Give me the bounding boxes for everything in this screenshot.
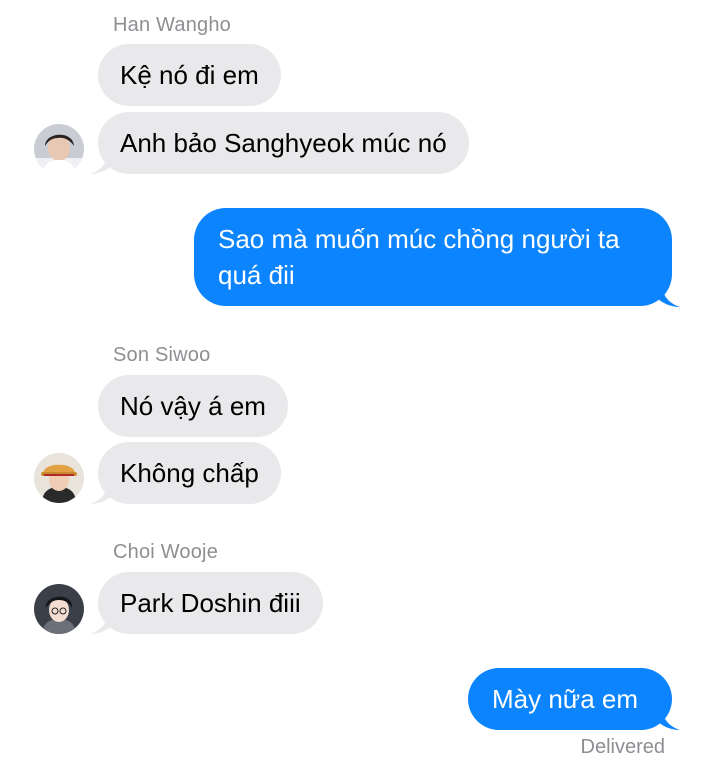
sent-message-bubble[interactable]: Sao mà muốn múc chồng người ta quá đii [194,208,672,306]
delivery-status: Delivered [580,736,665,758]
message-text-line-2: quá đii [218,260,295,290]
sender-name: Choi Wooje [113,541,219,563]
received-message-bubble[interactable]: Kệ nó đi em [98,44,281,106]
person-photo-icon [34,584,84,634]
avatar[interactable] [34,453,84,503]
sender-name: Han Wangho [113,14,231,36]
avatar[interactable] [34,124,84,174]
person-photo-icon [34,453,84,503]
received-message-bubble[interactable]: Không chấp [98,442,281,504]
message-text: Không chấp [120,458,259,488]
bubble-tail-icon [90,480,114,504]
bubble-tail-icon [656,706,680,730]
bubble-tail-icon [656,283,680,307]
bubble-tail-icon [90,610,114,634]
sent-message-bubble[interactable]: Mày nữa em [468,668,672,730]
bubble-tail-icon [90,150,114,174]
avatar[interactable] [34,584,84,634]
message-text: Park Doshin điii [120,588,301,618]
sender-name: Son Siwoo [113,344,211,366]
message-text: Nó vậy á em [120,391,266,421]
received-message-bubble[interactable]: Park Doshin điii [98,572,323,634]
message-text-line-1: Sao mà muốn múc chồng người ta [218,224,620,254]
person-photo-icon [34,124,84,174]
message-text: Anh bảo Sanghyeok múc nó [120,128,447,158]
message-text: Mày nữa em [492,684,639,714]
received-message-bubble[interactable]: Anh bảo Sanghyeok múc nó [98,112,469,174]
received-message-bubble[interactable]: Nó vậy á em [98,375,288,437]
message-text: Kệ nó đi em [120,60,259,90]
